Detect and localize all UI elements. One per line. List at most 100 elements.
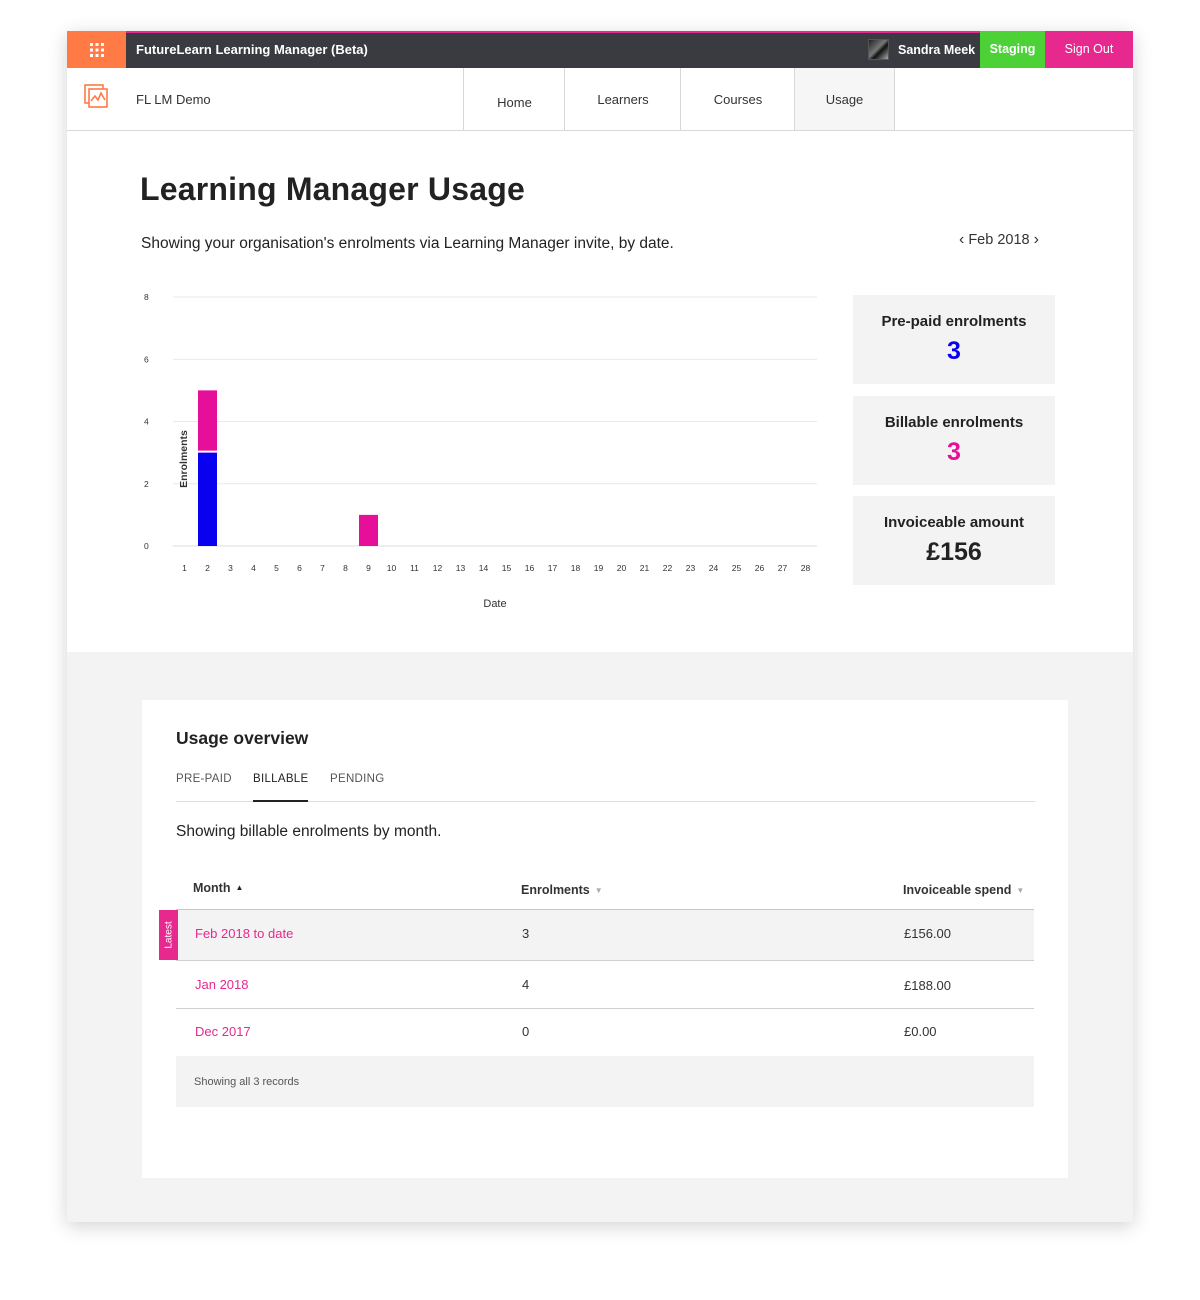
x-tick-label: 8 xyxy=(343,563,348,573)
chart-bar-billable xyxy=(359,514,378,546)
records-count: Showing all 3 records xyxy=(194,1076,300,1088)
usage-overview-panel: Usage overview PRE-PAID BILLABLE PENDING… xyxy=(142,700,1068,1178)
page-description: Showing your organisation's enrolments v… xyxy=(141,235,674,252)
x-tick-label: 24 xyxy=(709,563,719,573)
page-title: Learning Manager Usage xyxy=(140,171,525,207)
y-tick-label: 0 xyxy=(144,541,149,551)
table-row: Jan 2018 4 £188.00 xyxy=(176,961,1034,1009)
nav-tab-courses[interactable]: Courses xyxy=(680,68,795,130)
column-header-month[interactable]: Month ▲ xyxy=(193,881,243,895)
stat-value: 3 xyxy=(947,438,961,466)
panel-description: Showing billable enrolments by month. xyxy=(176,823,442,840)
column-header-enrolments[interactable]: Enrolments ▼ xyxy=(521,883,603,897)
x-tick-label: 11 xyxy=(410,563,419,573)
x-axis-label: Date xyxy=(483,598,506,610)
usage-overview-section: Usage overview PRE-PAID BILLABLE PENDING… xyxy=(67,652,1133,1222)
sort-asc-icon: ▲ xyxy=(235,883,244,892)
chart-bar-billable xyxy=(198,390,217,451)
x-tick-label: 12 xyxy=(433,563,443,573)
stat-value: 3 xyxy=(947,337,961,365)
chevron-left-icon[interactable]: ‹ xyxy=(955,231,968,249)
top-bar: FutureLearn Learning Manager (Beta) Sand… xyxy=(67,31,1133,68)
y-tick-label: 4 xyxy=(144,417,149,427)
x-tick-label: 15 xyxy=(502,563,512,573)
tab-pending[interactable]: PENDING xyxy=(330,773,385,800)
spend-cell: £156.00 xyxy=(904,926,951,941)
x-tick-label: 20 xyxy=(617,563,627,573)
x-tick-label: 19 xyxy=(594,563,604,573)
tab-pre-paid[interactable]: PRE-PAID xyxy=(176,773,232,800)
enrolments-cell: 4 xyxy=(522,977,530,992)
avatar xyxy=(868,39,889,60)
nav-bar: FL LM Demo Home Learners Courses Usage xyxy=(67,68,1133,131)
x-tick-label: 10 xyxy=(387,563,397,573)
x-tick-label: 3 xyxy=(228,563,233,573)
grid-icon xyxy=(89,42,104,57)
app-title: FutureLearn Learning Manager (Beta) xyxy=(136,42,368,57)
x-tick-label: 23 xyxy=(686,563,696,573)
x-tick-label: 14 xyxy=(479,563,489,573)
x-tick-label: 2 xyxy=(205,563,210,573)
y-axis-label: Enrolments xyxy=(178,430,190,488)
chart-bar-prepaid xyxy=(198,452,217,546)
month-link[interactable]: Feb 2018 to date xyxy=(195,926,293,941)
stat-label: Billable enrolments xyxy=(884,414,1024,431)
table-row: Dec 2017 0 £0.00 xyxy=(176,1009,1034,1057)
x-tick-label: 17 xyxy=(548,563,558,573)
enrolments-chart: 024681 2 3 4 5 6 7 8 9 10 11 12 13 14 15 16 17 18 19 20 21 22… xyxy=(144,292,817,610)
user-menu[interactable]: Sandra Meek xyxy=(868,31,975,68)
x-tick-label: 21 xyxy=(640,563,650,573)
stat-label: Pre-paid enrolments xyxy=(881,313,1027,330)
nav-tab-usage[interactable]: Usage xyxy=(794,68,894,130)
nav-tab-home[interactable]: Home xyxy=(463,68,565,130)
app-window: FutureLearn Learning Manager (Beta) Sand… xyxy=(67,31,1133,1222)
spend-cell: £0.00 xyxy=(904,1024,937,1039)
stat-value: £156 xyxy=(926,538,982,566)
x-tick-label: 16 xyxy=(525,563,535,573)
x-tick-label: 7 xyxy=(320,563,325,573)
x-tick-label: 4 xyxy=(251,563,256,573)
nav-divider xyxy=(894,68,895,130)
x-tick-label: 5 xyxy=(274,563,279,573)
x-tick-label: 27 xyxy=(778,563,788,573)
x-tick-label: 13 xyxy=(456,563,466,573)
nav-tab-learners[interactable]: Learners xyxy=(564,68,681,130)
overview-tabs: PRE-PAID BILLABLE PENDING xyxy=(176,773,1035,802)
current-month: Feb 2018 xyxy=(968,232,1030,248)
stat-card-billable: Billable enrolments 3 xyxy=(853,396,1055,485)
enrolments-cell: 0 xyxy=(522,1024,530,1039)
month-link[interactable]: Jan 2018 xyxy=(195,977,249,992)
x-tick-label: 26 xyxy=(755,563,765,573)
y-tick-label: 8 xyxy=(144,292,149,302)
stat-card-prepaid: Pre-paid enrolments 3 xyxy=(853,295,1055,384)
user-name: Sandra Meek xyxy=(898,42,976,57)
y-tick-label: 6 xyxy=(144,354,149,364)
x-tick-label: 9 xyxy=(366,563,371,573)
y-tick-label: 2 xyxy=(144,479,149,489)
tab-billable[interactable]: BILLABLE xyxy=(253,773,309,802)
environment-badge: Staging xyxy=(980,31,1045,68)
panel-title: Usage overview xyxy=(176,728,309,748)
x-tick-label: 28 xyxy=(801,563,811,573)
latest-badge: Latest xyxy=(159,910,178,960)
table-footer: Showing all 3 records xyxy=(176,1056,1034,1107)
spend-cell: £188.00 xyxy=(904,978,951,993)
x-tick-label: 18 xyxy=(571,563,581,573)
learning-manager-logo-icon[interactable] xyxy=(84,84,112,112)
x-tick-label: 6 xyxy=(297,563,302,573)
x-tick-label: 22 xyxy=(663,563,673,573)
stat-label: Invoiceable amount xyxy=(883,514,1025,531)
x-tick-label: 25 xyxy=(732,563,742,573)
chevron-right-icon[interactable]: › xyxy=(1030,231,1043,249)
table-row: Feb 2018 to date 3 £156.00 xyxy=(176,910,1034,961)
month-link[interactable]: Dec 2017 xyxy=(195,1024,251,1039)
x-tick-label: 1 xyxy=(182,563,187,573)
column-header-invoiceable-spend[interactable]: Invoiceable spend ▼ xyxy=(903,883,1024,897)
sign-out-button[interactable]: Sign Out xyxy=(1045,31,1133,68)
apps-grid-button[interactable] xyxy=(67,31,126,68)
month-switcher: ‹ Feb 2018 › xyxy=(955,231,1043,249)
sort-desc-icon: ▼ xyxy=(1016,886,1025,895)
stat-card-invoiceable: Invoiceable amount £156 xyxy=(853,496,1055,585)
enrolments-cell: 3 xyxy=(522,926,530,941)
organisation-name: FL LM Demo xyxy=(136,92,211,107)
